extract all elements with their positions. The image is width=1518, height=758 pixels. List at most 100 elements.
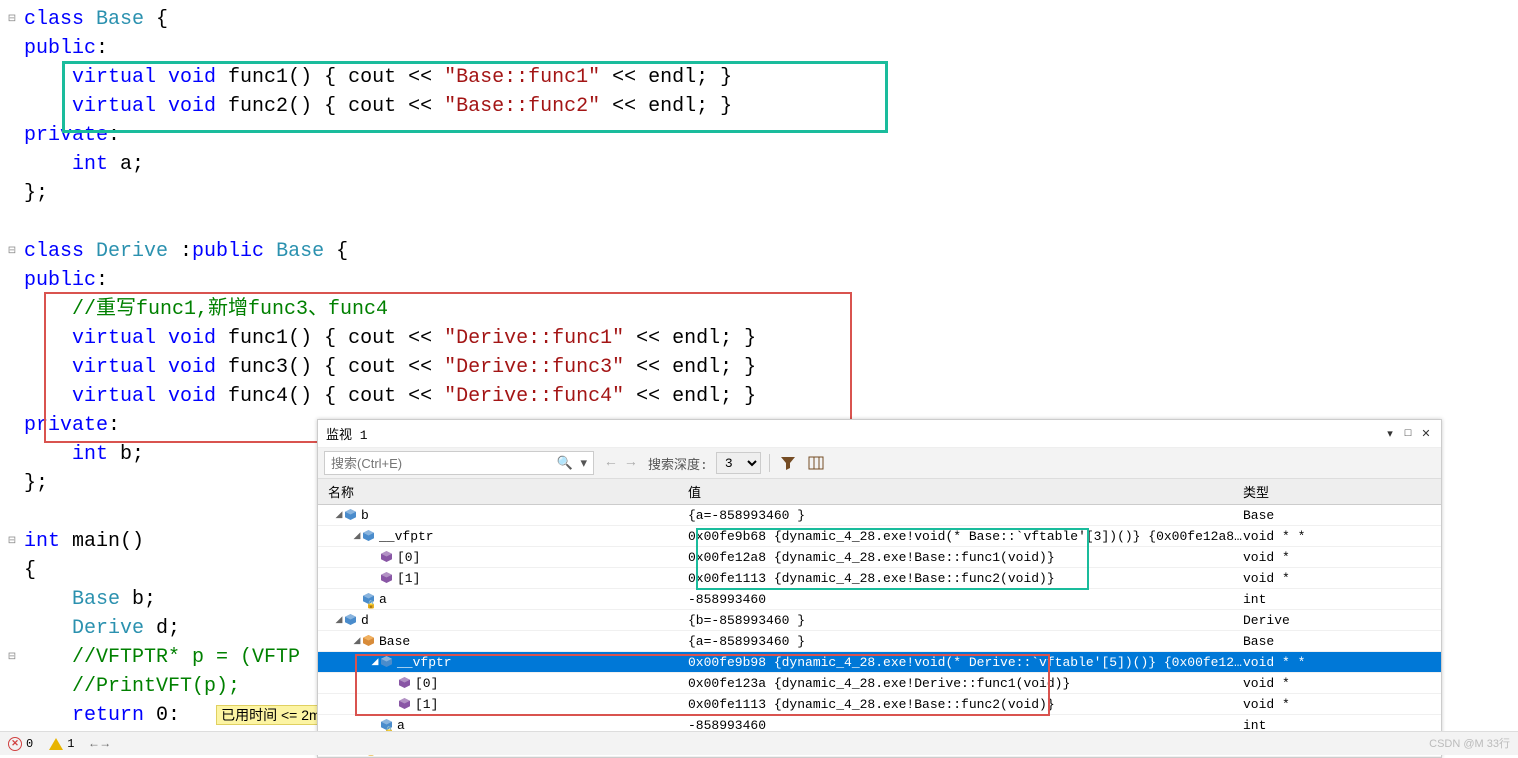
code-line[interactable]: virtual void func4() { cout << "Derive::…: [0, 382, 1518, 411]
token-punct: {: [324, 240, 348, 263]
code-line[interactable]: };: [0, 179, 1518, 208]
watch-row[interactable]: [0]0x00fe123a {dynamic_4_28.exe!Derive::…: [318, 673, 1441, 694]
code-line[interactable]: virtual void func1() { cout << "Base::fu…: [0, 63, 1518, 92]
token-ident: endl: [672, 327, 720, 350]
cell-type: void * *: [1243, 529, 1441, 544]
var-name: __vfptr: [397, 655, 452, 670]
token-kw: virtual: [72, 95, 168, 118]
code-line[interactable]: virtual void func3() { cout << "Derive::…: [0, 353, 1518, 382]
token-kw: virtual: [72, 356, 168, 379]
status-warnings[interactable]: 1: [49, 737, 74, 751]
cell-value: 0x00fe1113 {dynamic_4_28.exe!Base::func2…: [688, 571, 1243, 586]
code-line[interactable]: private:: [0, 121, 1518, 150]
depth-select[interactable]: 3: [716, 452, 761, 474]
var-name: a: [379, 592, 387, 607]
watch-row[interactable]: ◢Base{a=-858993460 }Base: [318, 631, 1441, 652]
token-punct: :: [96, 37, 108, 60]
token-punct: ;: [132, 153, 144, 176]
code-line[interactable]: int a;: [0, 150, 1518, 179]
depth-label: 搜索深度:: [648, 454, 708, 473]
chevron-down-icon[interactable]: ◢: [351, 531, 363, 541]
token-punct: ; }: [720, 356, 756, 379]
watch-title-bar[interactable]: 监视 1 ▾ □ ✕: [318, 420, 1441, 448]
token-punct: <<: [600, 95, 648, 118]
cell-type: int: [1243, 592, 1441, 607]
close-icon[interactable]: ✕: [1419, 427, 1433, 441]
fold-icon[interactable]: ⊟: [0, 527, 24, 556]
chevron-down-icon[interactable]: ◢: [333, 510, 345, 520]
cell-name: [1]: [318, 571, 688, 586]
watch-row[interactable]: [1]0x00fe1113 {dynamic_4_28.exe!Base::fu…: [318, 694, 1441, 715]
cell-name: ◢__vfptr: [318, 529, 688, 544]
cell-value: 0x00fe9b68 {dynamic_4_28.exe!void(* Base…: [688, 529, 1243, 544]
watch-row[interactable]: ◢ __vfptr 0x00fe9b98 {dynamic_4_28.exe!voi…: [318, 652, 1441, 673]
error-icon: ✕: [8, 737, 22, 751]
watch-row[interactable]: ◢d{b=-858993460 }Derive: [318, 610, 1441, 631]
cell-name: ◢Base: [318, 634, 688, 649]
watch-toolbar: 🔍 ▾ ← → 搜索深度: 3: [318, 448, 1441, 479]
chevron-down-icon[interactable]: ◢: [369, 657, 381, 667]
token-kw: public: [192, 240, 276, 263]
token-ident: a: [108, 153, 132, 176]
watch-row[interactable]: [0]0x00fe12a8 {dynamic_4_28.exe!Base::fu…: [318, 547, 1441, 568]
token-punct: <<: [396, 356, 444, 379]
code-line[interactable]: virtual void func1() { cout << "Derive::…: [0, 324, 1518, 353]
code-line[interactable]: public:: [0, 34, 1518, 63]
code-line[interactable]: //重写func1,新增func3、func4: [0, 295, 1518, 324]
token-kw: void: [168, 356, 216, 379]
var-name: [1]: [397, 571, 420, 586]
token-punct: () {: [288, 385, 348, 408]
nav-left-icon[interactable]: ←: [90, 737, 97, 751]
cell-value: -858993460: [688, 592, 1243, 607]
status-nav[interactable]: ← →: [90, 737, 108, 751]
code-line[interactable]: ⊟class Base {: [0, 5, 1518, 34]
cell-name: ◢ __vfptr: [318, 655, 688, 670]
nav-right-icon[interactable]: →: [102, 737, 109, 751]
token-punct: ;: [132, 443, 144, 466]
token-punct: :: [168, 240, 192, 263]
filter-icon[interactable]: [778, 453, 798, 473]
token-punct: <<: [624, 385, 672, 408]
token-type: Base: [96, 8, 144, 31]
chevron-down-icon[interactable]: ◢: [351, 636, 363, 646]
fold-icon[interactable]: ⊟: [0, 643, 24, 672]
code-line[interactable]: ⊟class Derive :public Base {: [0, 237, 1518, 266]
watch-row[interactable]: ◢__vfptr0x00fe9b68 {dynamic_4_28.exe!voi…: [318, 526, 1441, 547]
cell-name: ◢d: [318, 613, 688, 628]
maximize-icon[interactable]: □: [1401, 427, 1415, 441]
token-type: Base: [72, 588, 120, 611]
watch-row[interactable]: [1] 0x00fe1113 {dynamic_4_28.exe!Base::fu…: [318, 568, 1441, 589]
watch-row[interactable]: ◢b{a=-858993460 }Base: [318, 505, 1441, 526]
code-line[interactable]: virtual void func2() { cout << "Base::fu…: [0, 92, 1518, 121]
fold-icon[interactable]: ⊟: [0, 237, 24, 266]
col-header-name[interactable]: 名称: [318, 482, 688, 501]
col-header-type[interactable]: 类型: [1243, 482, 1441, 501]
token-punct: (): [120, 530, 144, 553]
status-errors[interactable]: ✕ 0: [8, 737, 33, 751]
token-str: "Base::func2": [444, 95, 600, 118]
search-next-button[interactable]: →: [622, 454, 640, 472]
cube-lock-icon: 🔒: [363, 593, 375, 605]
columns-icon[interactable]: [806, 453, 826, 473]
token-punct: <<: [396, 66, 444, 89]
token-punct: <<: [624, 356, 672, 379]
col-header-value[interactable]: 值: [688, 482, 1243, 501]
token-ident: d: [144, 617, 168, 640]
search-input[interactable]: [325, 454, 550, 473]
token-type: Base: [276, 240, 324, 263]
token-punct: <<: [624, 327, 672, 350]
search-input-wrap: 🔍 ▾: [324, 451, 594, 475]
search-prev-button[interactable]: ←: [602, 454, 620, 472]
cell-type: void *: [1243, 571, 1441, 586]
fold-icon[interactable]: ⊟: [0, 5, 24, 34]
watch-row[interactable]: 🔒 a -858993460int: [318, 589, 1441, 610]
chevron-down-icon[interactable]: ◢: [333, 615, 345, 625]
cell-value: 0x00fe9b98 {dynamic_4_28.exe!void(* Deri…: [688, 655, 1243, 670]
dropdown-icon[interactable]: ▾: [1383, 427, 1397, 441]
cell-type: void * *: [1243, 655, 1441, 670]
code-line[interactable]: [0, 208, 1518, 237]
search-icon[interactable]: 🔍 ▾: [550, 456, 593, 471]
cell-name: [1]: [318, 697, 688, 712]
warning-icon: [49, 738, 63, 750]
code-line[interactable]: public:: [0, 266, 1518, 295]
